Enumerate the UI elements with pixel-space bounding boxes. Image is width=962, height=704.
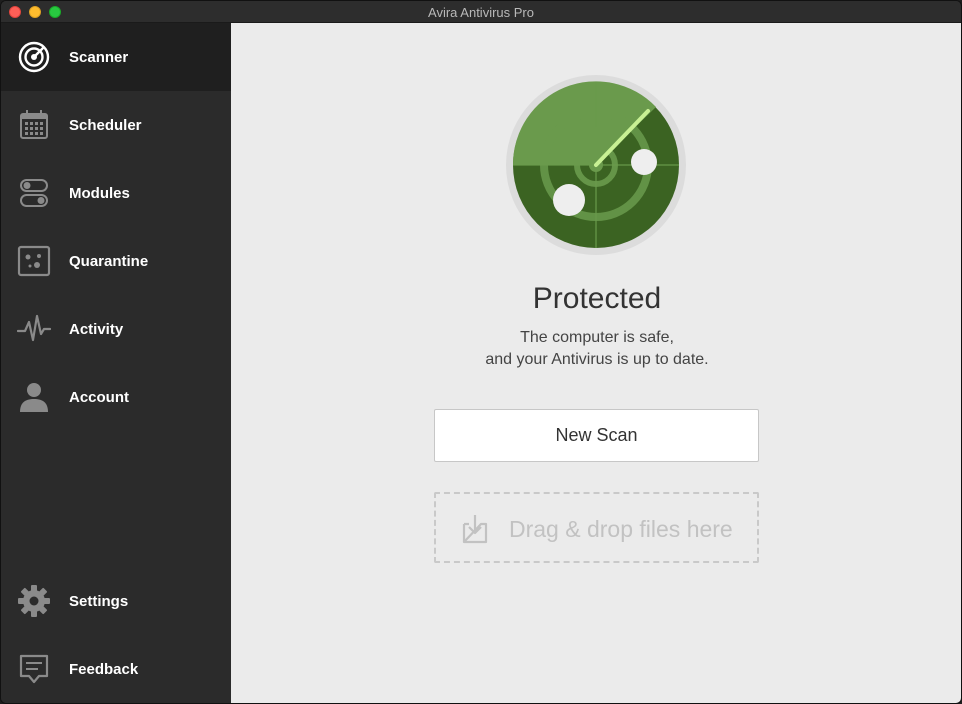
radar-status-icon — [506, 75, 686, 255]
user-icon — [17, 380, 51, 414]
status-description: and your Antivirus is up to date. — [485, 351, 709, 368]
gear-icon — [17, 584, 51, 618]
sidebar-item-scheduler[interactable]: Scheduler — [1, 91, 231, 159]
feedback-icon — [17, 652, 51, 686]
sidebar-item-label: Scheduler — [69, 116, 142, 134]
sidebar-item-label: Activity — [69, 320, 124, 338]
sidebar-item-label: Feedback — [69, 660, 139, 678]
sidebar-item-label: Settings — [69, 592, 129, 610]
new-scan-button[interactable]: New Scan — [434, 409, 759, 462]
toggles-icon — [17, 176, 51, 210]
quarantine-icon — [17, 244, 51, 278]
drop-zone-label: Drag & drop files here — [509, 516, 733, 542]
scanner-panel: Protected The computer is safe, and your… — [231, 23, 961, 703]
window-title: Avira Antivirus Pro — [428, 5, 534, 20]
sidebar-item-quarantine[interactable]: Quarantine — [1, 227, 231, 295]
calendar-icon — [17, 108, 51, 142]
sidebar-item-label: Modules — [69, 184, 130, 202]
pulse-icon — [17, 312, 51, 346]
sidebar: Scanner Scheduler Modules Quarantine Act… — [1, 23, 231, 703]
status-description: The computer is safe, — [520, 329, 674, 346]
sidebar-item-label: Account — [69, 388, 129, 406]
app-window: Avira Antivirus Pro Scanner Scheduler Mo… — [0, 0, 962, 704]
sidebar-item-label: Scanner — [69, 48, 129, 66]
sidebar-item-settings[interactable]: Settings — [1, 567, 231, 635]
sidebar-item-modules[interactable]: Modules — [1, 159, 231, 227]
sidebar-item-scanner[interactable]: Scanner — [1, 23, 231, 91]
sidebar-item-account[interactable]: Account — [1, 363, 231, 431]
sidebar-item-feedback[interactable]: Feedback — [1, 635, 231, 703]
sidebar-item-label: Quarantine — [69, 252, 149, 270]
scanner-icon — [17, 40, 51, 74]
file-drop-zone[interactable]: Drag & drop files here — [434, 492, 759, 563]
status-title: Protected — [532, 282, 662, 315]
download-tray-icon — [462, 515, 488, 544]
sidebar-item-activity[interactable]: Activity — [1, 295, 231, 363]
title-bar: Avira Antivirus Pro — [1, 1, 961, 23]
